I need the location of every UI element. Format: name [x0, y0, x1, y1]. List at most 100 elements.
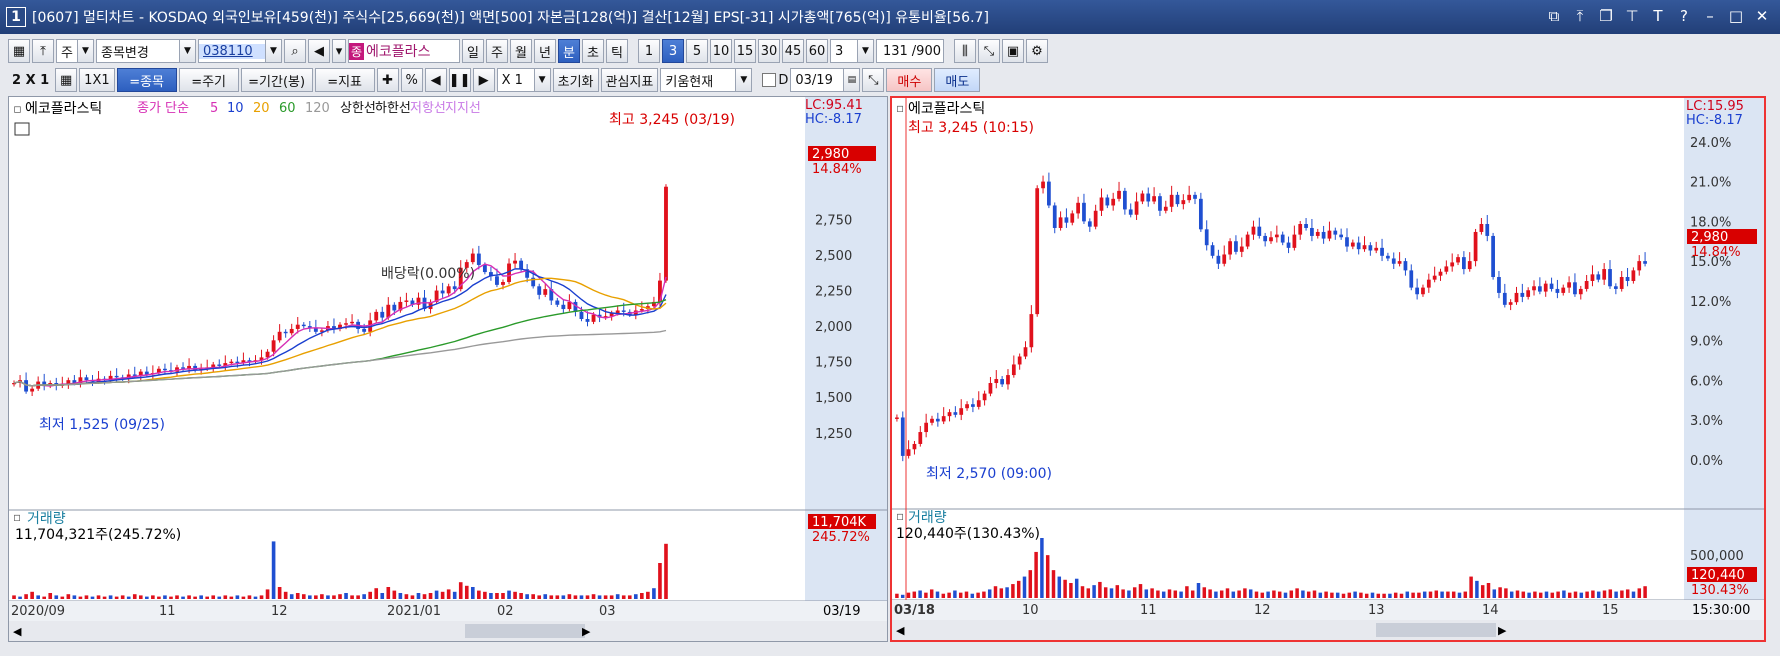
period-month[interactable]: 월 [510, 39, 532, 63]
scroll-thumb[interactable] [1376, 623, 1496, 637]
type-select[interactable]: 주 ▼ [56, 39, 94, 63]
sync-stock-button[interactable]: =종목 [116, 68, 177, 92]
interval-10[interactable]: 10 [710, 39, 732, 63]
interval-select[interactable]: 3 ▼ [830, 39, 874, 63]
interval-30[interactable]: 30 [758, 39, 780, 63]
interval-60[interactable]: 60 [806, 39, 828, 63]
interval-5[interactable]: 5 [686, 39, 708, 63]
period-week[interactable]: 주 [486, 39, 508, 63]
close-icon[interactable]: ✕ [1754, 7, 1770, 25]
period-day[interactable]: 일 [462, 39, 484, 63]
minute-candle [1619, 277, 1624, 289]
top-icon[interactable]: ⊤ [1624, 7, 1640, 25]
dividend-label: 배당락(0.00%) [381, 266, 475, 282]
crosshair-icon[interactable]: ✚ [376, 68, 399, 92]
fav-indicator-button[interactable]: 관심지표 [600, 68, 659, 92]
count-value[interactable]: 131 [877, 44, 912, 59]
interval-3[interactable]: 3 [662, 39, 684, 63]
table-icon[interactable] [14, 122, 30, 136]
period-minute[interactable]: 분 [558, 39, 580, 63]
daily-volume-bar [440, 591, 445, 599]
chevron-down-icon[interactable]: ▼ [179, 40, 195, 62]
sync-indicator-button[interactable]: =지표 [314, 68, 375, 92]
sync-range-button[interactable]: =기간(봉) [240, 68, 313, 92]
buy-button[interactable]: 매수 [886, 68, 933, 92]
chevron-down-icon[interactable]: ▼ [533, 69, 550, 91]
period-year[interactable]: 년 [534, 39, 556, 63]
code-value[interactable]: 038110 [199, 43, 265, 59]
calendar-icon[interactable]: ▤ [843, 69, 860, 91]
chart-handle-icon[interactable]: ▫ [13, 510, 21, 524]
scroll-left-icon[interactable]: ◀ [13, 625, 22, 638]
kiwoom-select[interactable]: 키움현재 ▼ [660, 68, 753, 92]
daily-volume-bar [392, 590, 397, 599]
chart-handle-icon[interactable]: ▫ [896, 101, 904, 115]
scroll-right-icon[interactable]: ▶ [582, 625, 591, 638]
tool-icon[interactable]: ⤡ [862, 68, 885, 92]
scroll-left-icon[interactable]: ◀ [896, 624, 905, 637]
pin-icon[interactable]: ⤒ [32, 39, 54, 63]
tile-icon[interactable]: ❐ [1598, 7, 1614, 25]
minute-chart[interactable]: ◀ ▶ 24.0%21.0%18.0%15.0%12.0%9.0%6.0%3.0… [892, 98, 1764, 640]
draw-icon[interactable]: ⤡ [978, 39, 1000, 63]
layout-icon[interactable]: ▦ [8, 39, 30, 63]
date-input[interactable]: 03/19 ▤ [790, 68, 861, 92]
chart-panel-left[interactable]: ◀ ▶ 2,750 2,500 2,250 2,000 1,750 1,500 1,250 … [8, 96, 888, 642]
grid-icon[interactable]: ▦ [55, 68, 78, 92]
search-icon[interactable]: ⌕ [284, 39, 306, 63]
chart-title[interactable]: 에코플라스틱 [25, 101, 102, 117]
date-checkbox[interactable] [762, 73, 777, 87]
minute-candle [1210, 245, 1215, 256]
scrollbar[interactable] [892, 620, 1764, 640]
chevron-down-icon[interactable]: ▼ [265, 40, 281, 62]
chevron-down-icon[interactable]: ▼ [735, 69, 752, 91]
chart-panel-right[interactable]: ◀ ▶ 24.0% 21.0% 18.0% 15.0% 12.0% 9.0% 6.0% 3.0… [890, 96, 1766, 642]
chart-handle-icon[interactable]: ▫ [896, 509, 904, 523]
daily-chart[interactable]: ◀ ▶ 2,7502,5002,2502,0001,7501,5001,250 … [9, 97, 887, 641]
stock-change-select[interactable]: 종목변경 ▼ [96, 39, 196, 63]
interval-45[interactable]: 45 [782, 39, 804, 63]
sync-period-button[interactable]: =주기 [178, 68, 239, 92]
chart-title[interactable]: 에코플라스틱 [908, 101, 985, 117]
daily-volume-bar [78, 596, 83, 599]
pin-icon[interactable]: ⤒ [1572, 7, 1588, 25]
zoom-select[interactable]: X 1 ▼ [496, 68, 551, 92]
period-second[interactable]: 초 [582, 39, 604, 63]
percent-icon[interactable]: % [400, 68, 423, 92]
restore-icon[interactable]: ⧉ [1546, 7, 1562, 25]
window-number[interactable]: 1 [6, 7, 26, 27]
code-input[interactable]: 038110 ▼ [198, 39, 282, 63]
settings-icon[interactable]: ⚙ [1026, 39, 1048, 63]
sound-icon[interactable]: ◀ [308, 39, 330, 63]
prev-icon[interactable]: ◀ [424, 68, 447, 92]
scroll-thumb[interactable] [465, 624, 585, 638]
reset-button[interactable]: 초기화 [552, 68, 599, 92]
period-tick[interactable]: 틱 [606, 39, 628, 63]
minute-candle [1146, 193, 1151, 202]
save-icon[interactable]: ▣ [1002, 39, 1024, 63]
daily-volume-bar [368, 591, 372, 599]
maximize-icon[interactable]: □ [1728, 7, 1744, 25]
scrollbar[interactable] [9, 621, 887, 641]
date-value[interactable]: 03/19 [791, 73, 843, 88]
dropdown-icon[interactable]: ▾ [332, 39, 346, 63]
interval-15[interactable]: 15 [734, 39, 756, 63]
help-icon[interactable]: ? [1676, 7, 1692, 25]
font-icon[interactable]: T [1650, 7, 1666, 25]
pause-icon[interactable]: ❚❚ [448, 68, 471, 92]
minimize-icon[interactable]: – [1702, 7, 1718, 25]
stock-name-box[interactable]: 종 에코플라스 [348, 39, 460, 63]
minute-volume-bar [1434, 590, 1439, 598]
minute-volume-bar [1480, 585, 1485, 598]
next-icon[interactable]: ▶ [472, 68, 495, 92]
minute-candle [1479, 224, 1484, 232]
scroll-right-icon[interactable]: ▶ [1498, 624, 1507, 637]
compare-icon[interactable]: ⫼ [954, 39, 976, 63]
chart-handle-icon[interactable]: ▫ [13, 102, 22, 117]
count-input[interactable]: 131/900 [876, 39, 944, 63]
layout-1x1-button[interactable]: 1X1 [79, 68, 115, 92]
sell-button[interactable]: 매도 [934, 68, 981, 92]
chevron-down-icon[interactable]: ▼ [857, 40, 873, 62]
interval-1[interactable]: 1 [638, 39, 660, 63]
chevron-down-icon[interactable]: ▼ [77, 40, 93, 62]
